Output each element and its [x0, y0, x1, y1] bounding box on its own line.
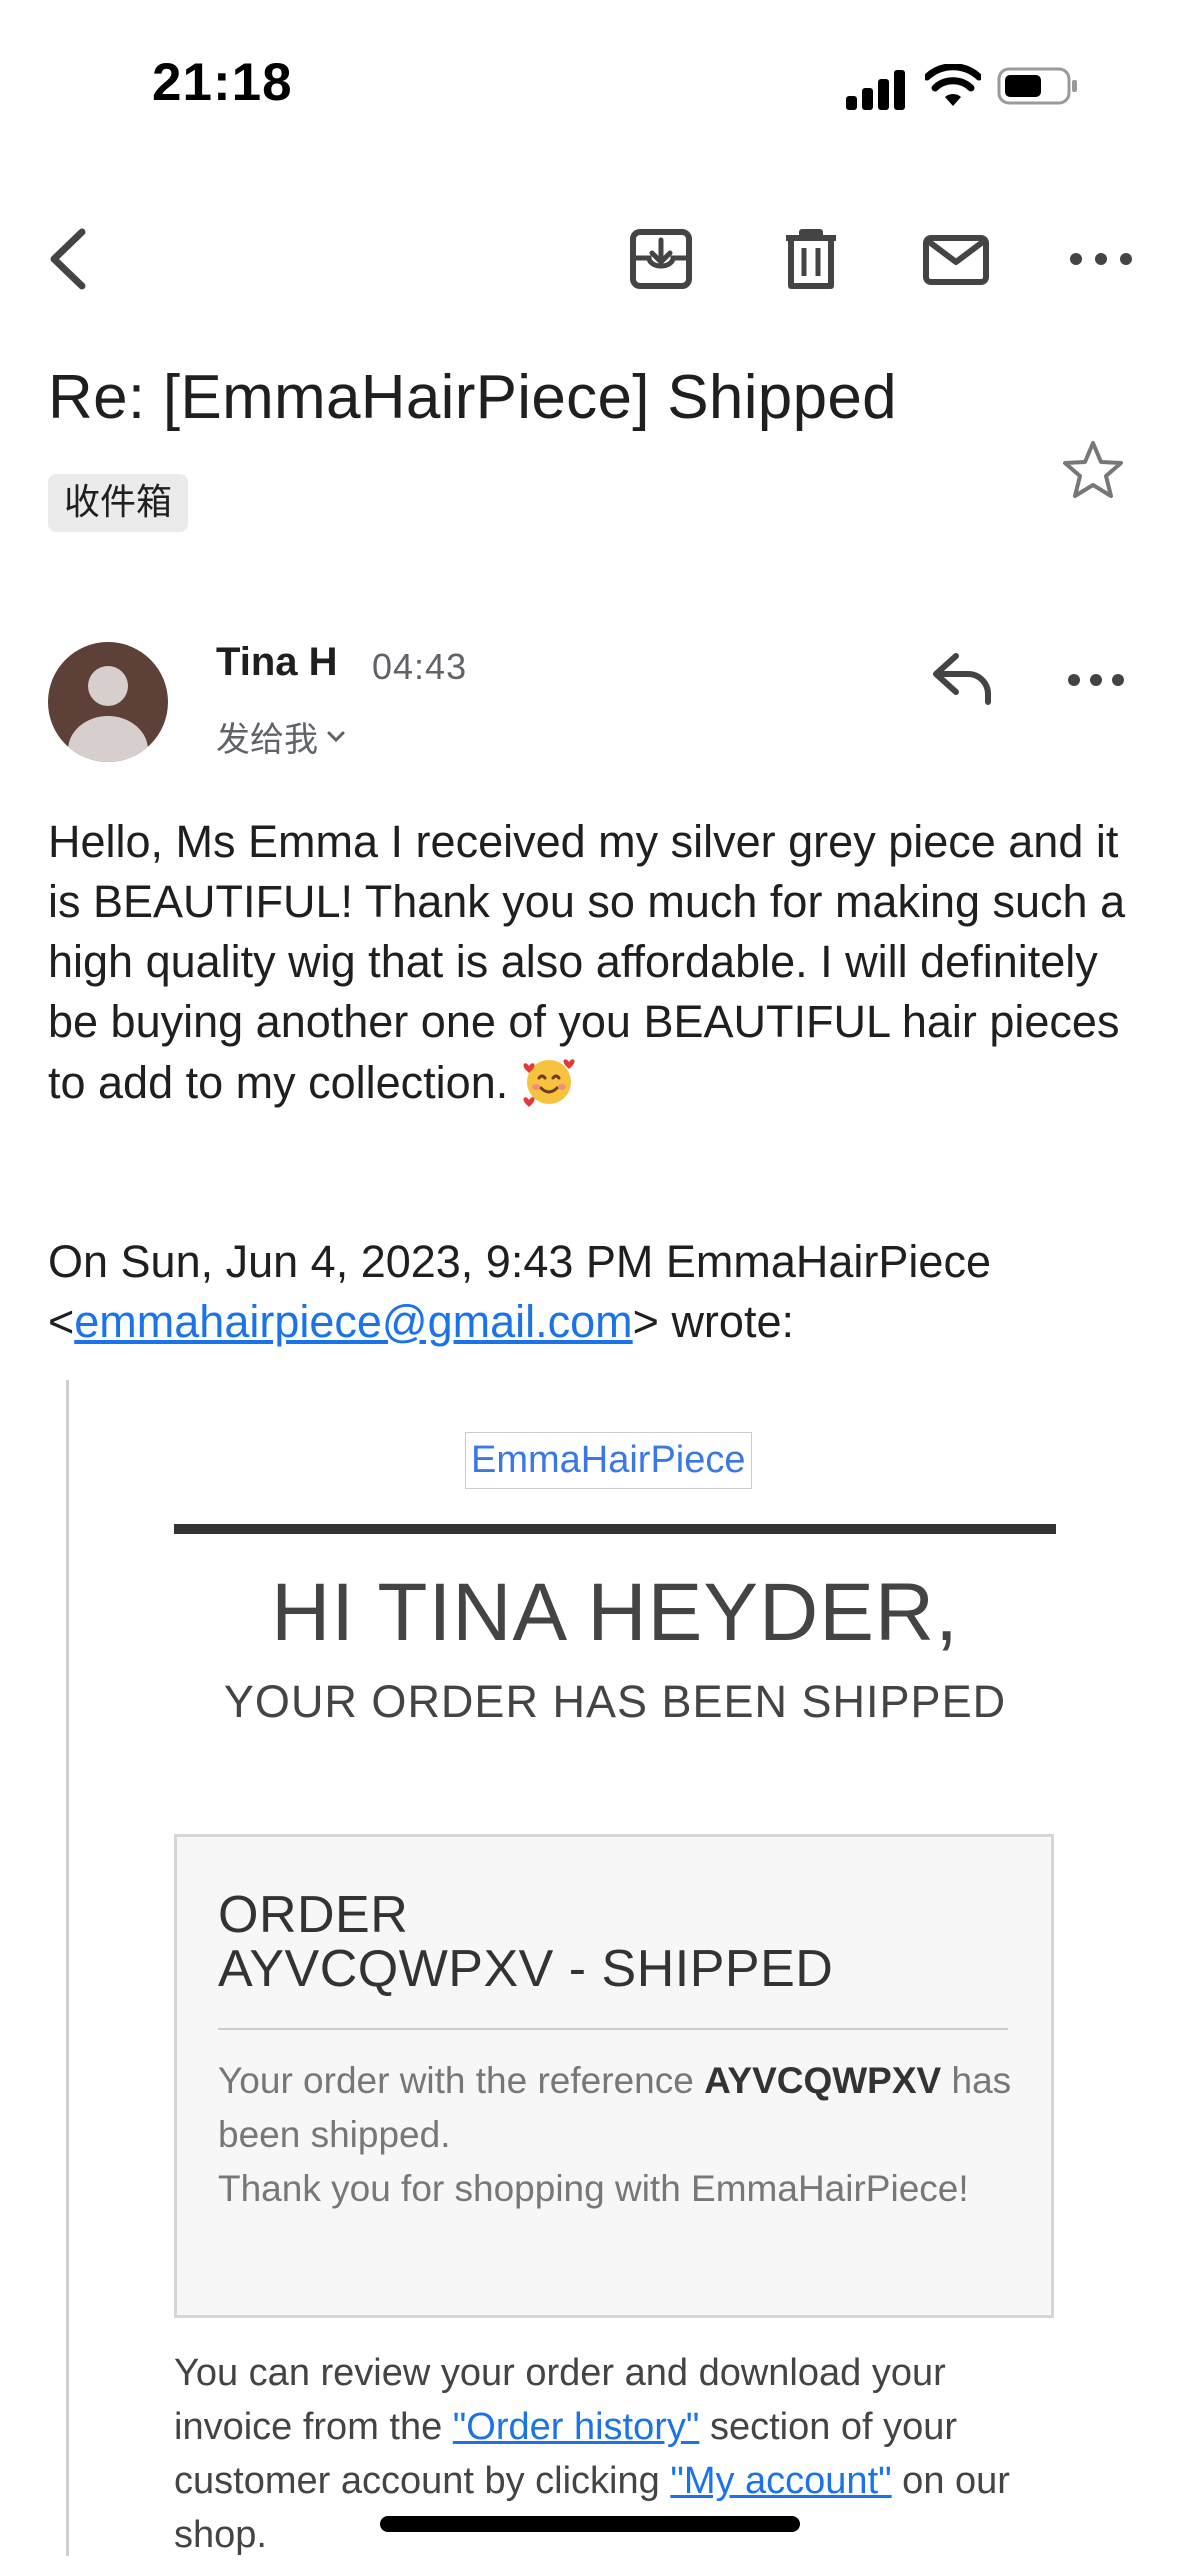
sender-name[interactable]: Tina H [216, 640, 338, 685]
shipped-subheading: YOUR ORDER HAS BEEN SHIPPED [223, 1676, 1007, 1727]
brand-logo-link[interactable]: EmmaHairPiece [465, 1432, 752, 1489]
quote-bar [66, 1380, 69, 2556]
delete-button[interactable] [776, 224, 846, 294]
order-message: Your order with the reference AYVCQWPXV … [218, 2054, 1018, 2216]
cellular-signal-icon [846, 70, 908, 110]
message-more-button[interactable] [1068, 660, 1124, 700]
order-title: ORDER AYVCQWPXV - SHIPPED [218, 1888, 833, 1996]
email-body: Hello, Ms Emma I received my silver grey… [48, 812, 1148, 1113]
trash-icon [786, 229, 836, 289]
battery-icon [997, 66, 1079, 106]
order-history-link[interactable]: "Order history" [453, 2406, 700, 2448]
archive-button[interactable] [626, 224, 696, 294]
order-reference: AYVCQWPXV [704, 2060, 942, 2101]
header-divider [174, 1524, 1056, 1534]
more-horizontal-icon [1070, 253, 1132, 265]
order-msg-prefix: Your order with the reference [218, 2060, 705, 2101]
wifi-icon [923, 63, 983, 108]
order-title-line-2: AYVCQWPXV - SHIPPED [218, 1940, 834, 1998]
sender-email-link[interactable]: emmahairpiece@gmail.com [74, 1296, 632, 1347]
recipient-details-toggle[interactable]: 发给我 [216, 712, 346, 761]
inbox-label-chip[interactable]: 收件箱 [48, 474, 189, 532]
order-title-line-1: ORDER [218, 1886, 409, 1944]
order-thanks: Thank you for shopping with EmmaHairPiec… [218, 2168, 969, 2209]
person-icon [68, 666, 148, 762]
email-time: 04:43 [372, 646, 468, 687]
recipient-label: 发给我 [216, 720, 318, 760]
back-button[interactable] [36, 224, 106, 294]
star-button[interactable] [1060, 438, 1126, 504]
more-options-button[interactable] [1066, 224, 1136, 294]
greeting-heading: HI TINA HEYDER, [271, 1567, 959, 1658]
email-subject: Re: [EmmaHairPiece] Shipped [48, 363, 897, 432]
smiling-face-with-hearts-icon [521, 1052, 577, 1108]
mark-unread-button[interactable] [921, 224, 991, 294]
chevron-down-icon [327, 731, 345, 742]
reply-button[interactable] [928, 648, 998, 708]
order-divider [218, 2028, 1008, 2030]
star-icon [1063, 441, 1123, 498]
more-horizontal-icon [1068, 674, 1124, 686]
home-indicator[interactable] [380, 2516, 800, 2532]
mail-icon [923, 235, 989, 285]
sender-avatar[interactable] [48, 642, 168, 762]
quote-header: On Sun, Jun 4, 2023, 9:43 PM EmmaHairPie… [48, 1232, 1158, 1352]
chevron-left-icon [50, 228, 86, 290]
reply-icon [933, 653, 991, 705]
email-body-text: Hello, Ms Emma I received my silver grey… [48, 816, 1126, 1108]
status-time: 21:18 [152, 53, 293, 112]
archive-icon [630, 229, 692, 289]
my-account-link[interactable]: "My account" [670, 2460, 891, 2502]
quote-header-suffix: > wrote: [632, 1296, 794, 1347]
